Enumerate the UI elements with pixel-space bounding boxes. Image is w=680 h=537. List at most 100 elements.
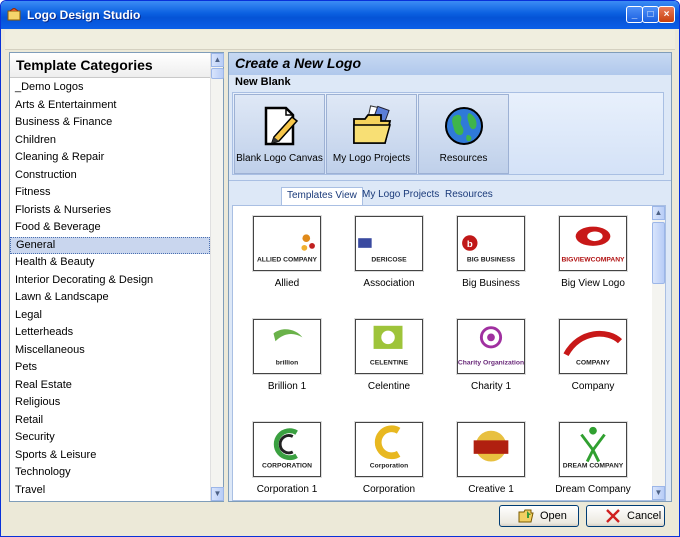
svg-text:BIGVIEWCOMPANY: BIGVIEWCOMPANY [561,256,625,263]
template-name: Corporation [362,484,416,495]
template-tile[interactable]: CELENTINE Celentine [339,311,439,401]
category-item[interactable]: Technology [10,464,210,482]
template-grid: ALLIED COMPANY Allied DERICOSE Association b… [232,205,666,501]
svg-text:ALLIED COMPANY: ALLIED COMPANY [257,256,318,263]
category-item[interactable]: Sports & Leisure [10,447,210,465]
category-item[interactable]: Health & Beauty [10,254,210,272]
category-item[interactable]: Arts & Entertainment [10,97,210,115]
template-thumbnail: ALLIED COMPANY [253,216,321,271]
globe-icon [445,107,483,145]
svg-text:Charity Organization: Charity Organization [458,359,524,366]
category-item[interactable]: Interior Decorating & Design [10,272,210,290]
template-logo-icon: CELENTINE [370,325,409,366]
template-tile[interactable]: DREAM COMPANY Dream Company [543,414,643,500]
template-tile[interactable]: BIGVIEWCOMPANY Big View Logo [543,208,643,298]
blank-canvas-label: Blank Logo Canvas [236,153,323,164]
template-thumbnail: Charity Organization [457,319,525,374]
template-logo-icon: COMPANY [563,330,623,366]
resources-button[interactable]: Resources [418,94,509,174]
template-tile[interactable]: ALLIED COMPANY Allied [237,208,337,298]
category-item[interactable]: Food & Beverage [10,219,210,237]
pencil-page-icon [264,106,299,146]
scroll-up-icon[interactable]: ▲ [211,53,224,67]
category-item[interactable]: Letterheads [10,324,210,342]
category-item[interactable]: Religious [10,394,210,412]
tab-templates-view[interactable]: Templates View [281,187,363,205]
category-item[interactable]: Security [10,429,210,447]
scroll-thumb[interactable] [652,222,665,284]
category-item[interactable]: _Demo Logos [10,79,210,97]
category-item[interactable]: Children [10,132,210,150]
category-item[interactable]: Cleaning & Repair [10,149,210,167]
new-blank-box: Blank Logo Canvas My Logo Projects Resou… [232,92,664,175]
svg-text:Corporation: Corporation [370,462,409,469]
create-header: Create a New Logo [229,53,671,75]
category-scrollbar[interactable]: ▲ ▼ [210,53,224,501]
category-item[interactable]: Fitness [10,184,210,202]
template-tile[interactable]: CORPORATION Corporation 1 [237,414,337,500]
svg-text:BIG BUSINESS: BIG BUSINESS [467,256,516,263]
template-tile[interactable]: b BIG BUSINESS Big Business [441,208,541,298]
template-name: Association [363,278,415,289]
template-tile[interactable]: Corporation Corporation [339,414,439,500]
scroll-down-icon[interactable]: ▼ [652,486,665,500]
template-thumbnail: BIGVIEWCOMPANY [559,216,627,271]
template-thumbnail: DREAM COMPANY [559,422,627,477]
svg-text:COMPANY: COMPANY [576,359,610,366]
minimize-button[interactable]: _ [626,6,643,23]
category-item[interactable]: Retail [10,412,210,430]
template-tile[interactable]: Charity Organization Charity 1 [441,311,541,401]
my-logo-projects-label: My Logo Projects [332,153,411,164]
template-tile[interactable]: brillion Brillion 1 [237,311,337,401]
template-thumbnail: b BIG BUSINESS [457,216,525,271]
template-logo-icon: DERICOSE [358,238,407,263]
template-name: Dream Company [555,484,631,495]
template-tile[interactable]: CRTV Creative 1 [441,414,541,500]
category-item[interactable]: Construction [10,167,210,185]
category-item[interactable]: Pets [10,359,210,377]
category-item[interactable]: Florists & Nurseries [10,202,210,220]
template-tile[interactable]: COMPANY Company [543,311,643,401]
category-item[interactable]: Lawn & Landscape [10,289,210,307]
template-thumbnail: DERICOSE [355,216,423,271]
my-logo-projects-button[interactable]: My Logo Projects [326,94,417,174]
scroll-up-icon[interactable]: ▲ [652,206,665,220]
svg-text:DREAM COMPANY: DREAM COMPANY [563,462,624,469]
category-item[interactable]: Miscellaneous [10,342,210,360]
title-bar[interactable]: Logo Design Studio _ □ × [1,1,679,29]
template-thumbnail: Corporation [355,422,423,477]
template-logo-icon: CRTV [473,430,509,469]
category-item[interactable]: Legal [10,307,210,325]
close-button[interactable]: × [658,6,675,23]
template-tile[interactable]: DERICOSE Association [339,208,439,298]
template-scrollbar[interactable]: ▲ ▼ [652,206,665,500]
toolbar-strip [5,30,675,50]
template-name: Celentine [367,381,411,392]
window-title: Logo Design Studio [27,8,141,22]
tab-resources[interactable]: Resources [440,187,498,205]
svg-text:brillion: brillion [276,359,298,366]
scroll-thumb[interactable] [211,68,224,79]
resources-label: Resources [439,153,488,164]
maximize-button[interactable]: □ [642,6,659,23]
category-item[interactable]: Business & Finance [10,114,210,132]
template-name: Big View Logo [561,278,625,289]
category-item[interactable]: General [10,236,210,254]
category-list: _Demo Logos Arts & Entertainment Business … [10,79,210,499]
template-logo-icon: Charity Organization [458,326,524,366]
template-logo-icon: CORPORATION [262,428,312,469]
svg-text:CRTV: CRTV [482,462,501,469]
category-item[interactable]: Travel [10,482,210,500]
scroll-down-icon[interactable]: ▼ [211,487,224,501]
new-blank-label: New Blank [235,76,291,88]
blank-canvas-button[interactable]: Blank Logo Canvas [234,94,325,174]
tab-my-logo-projects[interactable]: My Logo Projects [357,187,444,205]
open-button[interactable]: Open [499,505,579,527]
cancel-button[interactable]: Cancel [586,505,665,527]
template-logo-icon: Corporation [370,425,409,469]
category-item[interactable]: Real Estate [10,377,210,395]
template-logo-icon: DREAM COMPANY [563,426,624,469]
template-name: Creative 1 [468,484,514,495]
folder-icon [353,105,392,144]
template-thumbnail: CELENTINE [355,319,423,374]
